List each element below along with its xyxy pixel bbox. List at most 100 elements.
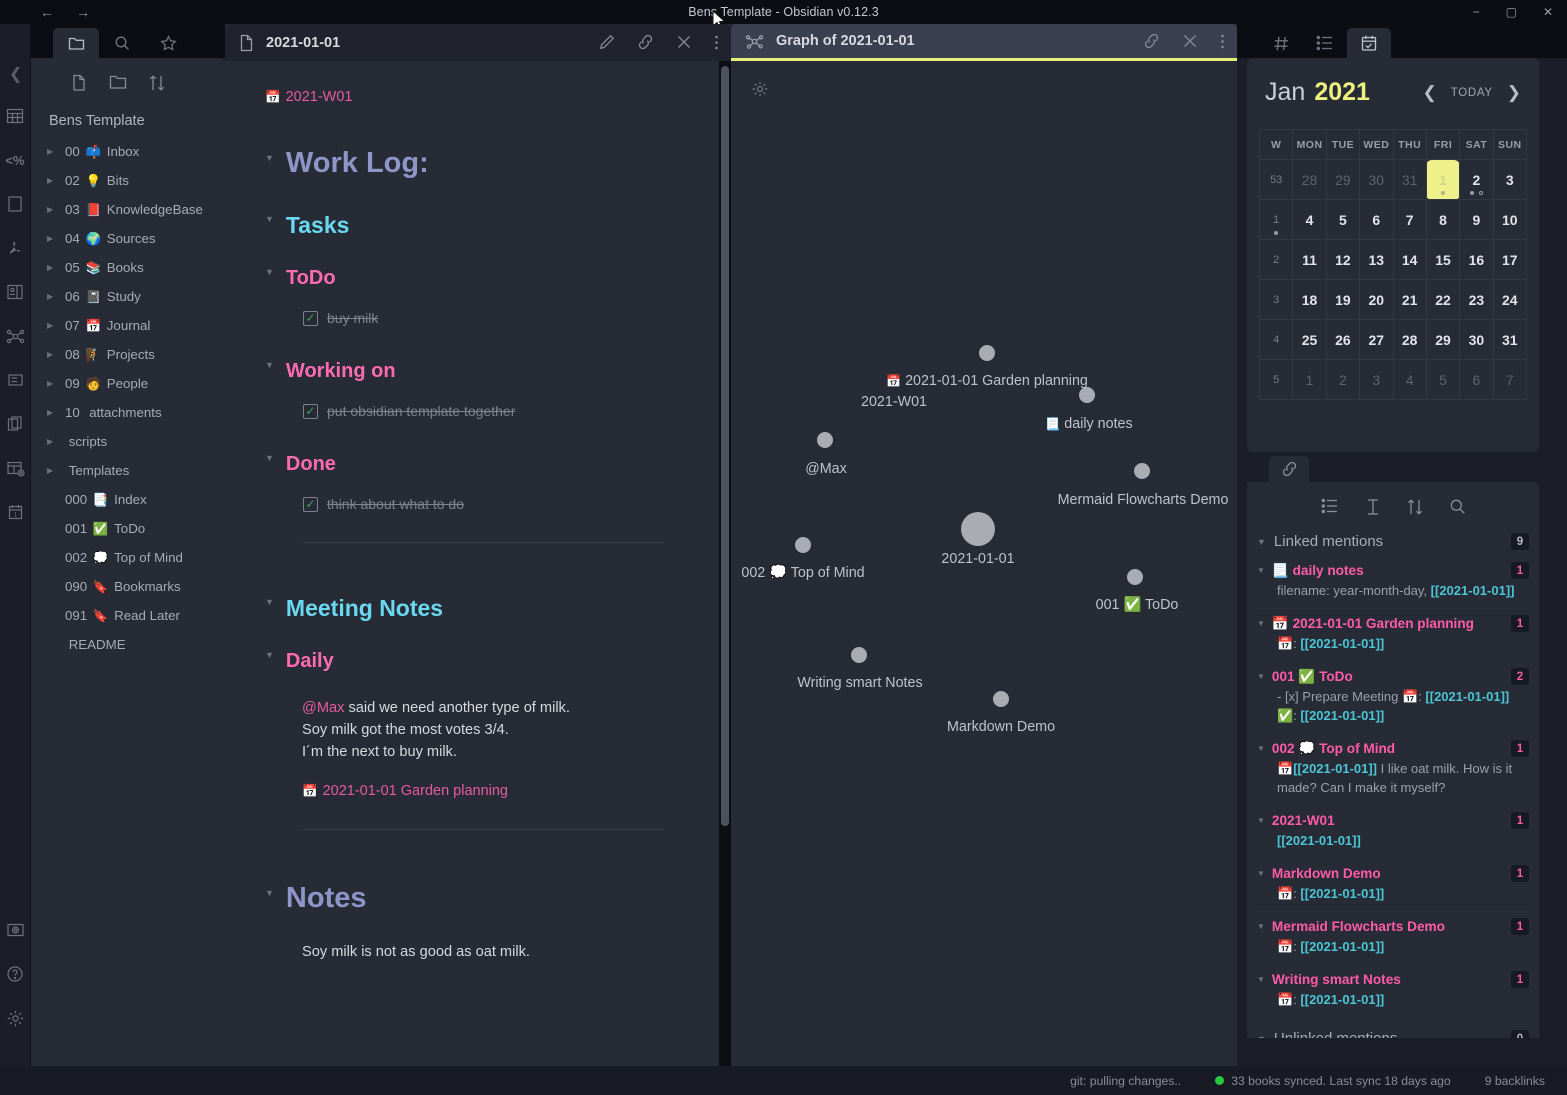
collapse-triangle-icon[interactable]: ▼ (1257, 619, 1265, 628)
tree-folder[interactable]: ▶02 💡 Bits (45, 166, 225, 195)
more-options-button[interactable] (714, 34, 719, 51)
expand-triangle-icon[interactable]: ▶ (47, 263, 65, 272)
calendar-day-cell[interactable]: 30 (1360, 160, 1393, 200)
backlink-wikilink[interactable]: [[2021-01-01]] (1431, 583, 1515, 598)
tree-file[interactable]: ▶090 🔖 Bookmarks (45, 572, 225, 601)
collapse-triangle-icon[interactable]: ▼ (1257, 816, 1265, 825)
close-window-button[interactable]: ✕ (1543, 6, 1553, 18)
backlinks-tab[interactable] (1269, 456, 1309, 482)
calendar-day-cell[interactable]: 19 (1326, 280, 1359, 320)
calendar-week-number[interactable]: 3 (1260, 280, 1293, 320)
tree-folder[interactable]: ▶08 🧗 Projects (45, 340, 225, 369)
edit-mode-button[interactable] (599, 34, 615, 51)
calendar-day-cell[interactable]: 4 (1393, 360, 1426, 400)
graph-node[interactable] (1079, 387, 1095, 403)
calendar-day-cell[interactable]: 11 (1293, 240, 1326, 280)
new-folder-button[interactable] (109, 74, 127, 97)
backlink-wikilink[interactable]: [[2021-01-01]] (1293, 761, 1377, 776)
tree-folder[interactable]: ▶04 🌍 Sources (45, 224, 225, 253)
calendar-year[interactable]: 2021 (1314, 78, 1370, 107)
collapse-triangle-icon[interactable]: ▼ (265, 214, 274, 224)
calendar-day-cell[interactable]: 3 (1493, 160, 1526, 200)
collapse-triangle-icon[interactable]: ▼ (265, 267, 274, 277)
tree-folder[interactable]: ▶ Templates (45, 456, 225, 485)
backlink-title[interactable]: ▼002 💭 Top of Mind1 (1257, 740, 1529, 757)
close-pane-button[interactable] (676, 34, 692, 51)
outline-tab[interactable] (1303, 28, 1347, 58)
copy-notes-icon[interactable] (0, 402, 31, 446)
expand-triangle-icon[interactable]: ▶ (47, 292, 65, 301)
tree-file[interactable]: ▶ README (45, 630, 225, 659)
calendar-day-cell[interactable]: 25 (1293, 320, 1326, 360)
calendar-day-cell[interactable]: 1 (1426, 160, 1459, 200)
editor-scrollbar-thumb[interactable] (721, 66, 729, 826)
collapse-triangle-icon[interactable]: ▼ (1257, 672, 1265, 681)
backlink-title[interactable]: ▼Markdown Demo1 (1257, 865, 1529, 882)
tree-file[interactable]: ▶001 ✅ ToDo (45, 514, 225, 543)
search-filter-button[interactable] (1449, 498, 1466, 516)
calendar-day-cell[interactable]: 29 (1426, 320, 1459, 360)
calendar-day-cell[interactable]: 6 (1460, 360, 1493, 400)
tree-folder[interactable]: ▶06 📓 Study (45, 282, 225, 311)
calendar-day-cell[interactable]: 24 (1493, 280, 1526, 320)
git-status[interactable]: git: pulling changes.. (1070, 1074, 1181, 1088)
task-checkbox[interactable]: ✓ (303, 404, 318, 419)
calendar-day-cell[interactable]: 18 (1293, 280, 1326, 320)
calendar-day-cell[interactable]: 23 (1460, 280, 1493, 320)
help-icon[interactable] (0, 952, 31, 996)
graph-node[interactable] (1134, 463, 1150, 479)
tree-folder[interactable]: ▶10 attachments (45, 398, 225, 427)
collapse-triangle-icon[interactable]: ▼ (265, 888, 274, 898)
calendar-day-cell[interactable]: 15 (1426, 240, 1459, 280)
backlink-wikilink[interactable]: [[2021-01-01]] (1277, 833, 1361, 848)
expand-triangle-icon[interactable]: ▶ (47, 408, 65, 417)
graph-node[interactable] (993, 691, 1009, 707)
calendar-day-cell[interactable]: 22 (1426, 280, 1459, 320)
capture-icon[interactable] (0, 908, 31, 952)
calendar-day-cell[interactable]: 27 (1360, 320, 1393, 360)
calendar-day-cell[interactable]: 4 (1293, 200, 1326, 240)
backlink-title[interactable]: ▼Mermaid Flowcharts Demo1 (1257, 918, 1529, 935)
graph-node[interactable] (795, 537, 811, 553)
calendar-day-cell[interactable]: 6 (1360, 200, 1393, 240)
collapse-triangle-icon[interactable]: ▼ (1257, 869, 1265, 878)
collapse-triangle-icon[interactable]: ▼ (1257, 922, 1265, 931)
calendar-icon[interactable]: 1 (0, 490, 31, 534)
person-mention-link[interactable]: @Max (302, 700, 344, 716)
backlink-wikilink[interactable]: [[2021-01-01]] (1300, 708, 1384, 723)
calendar-day-cell[interactable]: 2 (1326, 360, 1359, 400)
calendar-day-cell[interactable]: 9 (1460, 200, 1493, 240)
calendar-day-cell[interactable]: 12 (1326, 240, 1359, 280)
calendar-day-cell[interactable]: 28 (1293, 160, 1326, 200)
calendar-day-cell[interactable]: 16 (1460, 240, 1493, 280)
calendar-day-cell[interactable]: 30 (1460, 320, 1493, 360)
tree-folder[interactable]: ▶09 🧑 People (45, 369, 225, 398)
calendar-month[interactable]: Jan (1265, 78, 1305, 107)
expand-triangle-icon[interactable]: ▶ (47, 321, 65, 330)
backlink-wikilink[interactable]: [[2021-01-01]] (1425, 689, 1509, 704)
change-sort-order-button[interactable] (149, 74, 165, 97)
calendar-week-number[interactable]: 2 (1260, 240, 1293, 280)
calendar-day-cell[interactable]: 7 (1493, 360, 1526, 400)
calendar-day-cell[interactable]: 13 (1360, 240, 1393, 280)
graph-node[interactable] (817, 432, 833, 448)
graph-node[interactable] (1127, 569, 1143, 585)
expand-triangle-icon[interactable]: ▶ (47, 176, 65, 185)
change-sort-order-button[interactable] (1407, 498, 1423, 516)
today-button[interactable]: TODAY (1451, 87, 1493, 99)
template-percent-icon[interactable]: <% (0, 138, 31, 182)
backlink-wikilink[interactable]: [[2021-01-01]] (1300, 636, 1384, 651)
new-note-button[interactable] (71, 74, 87, 97)
calendar-day-cell[interactable]: 14 (1393, 240, 1426, 280)
backlink-wikilink[interactable]: [[2021-01-01]] (1300, 992, 1384, 1007)
collapse-triangle-icon[interactable]: ▼ (1257, 975, 1265, 984)
backlinks-count-status[interactable]: 9 backlinks (1485, 1074, 1545, 1088)
editor-content[interactable]: 📅 2021-W01 ▼ Work Log: ▼ Tasks ▼ ToDo ✓ … (225, 61, 731, 1066)
task-checkbox[interactable]: ✓ (303, 311, 318, 326)
sync-status[interactable]: 33 books synced. Last sync 18 days ago (1215, 1074, 1451, 1088)
prev-month-icon[interactable]: ❮ (1422, 83, 1436, 103)
calendar-day-cell[interactable]: 28 (1393, 320, 1426, 360)
tree-folder[interactable]: ▶05 📚 Books (45, 253, 225, 282)
starred-tab[interactable] (145, 28, 191, 58)
backlink-wikilink[interactable]: [[2021-01-01]] (1300, 886, 1384, 901)
